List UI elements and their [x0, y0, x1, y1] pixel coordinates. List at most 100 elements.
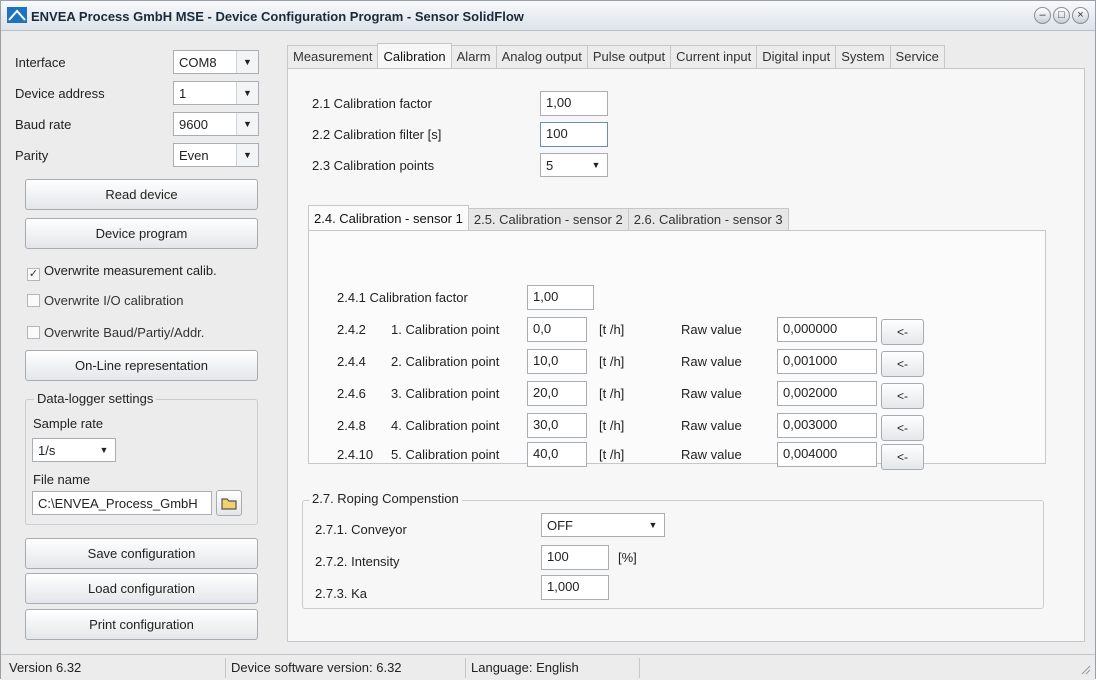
baud-row: Baud rate 9600 ▼ [15, 112, 261, 136]
point-name: 1. Calibration point [391, 322, 500, 337]
take-raw-button[interactable]: <- [881, 351, 924, 377]
device-program-button[interactable]: Device program [25, 218, 258, 249]
point-number: 2.4.4 [337, 354, 366, 369]
point-value-input[interactable]: 10,0 [527, 349, 587, 374]
checkbox-checked-icon: ✓ [27, 268, 40, 281]
take-raw-button[interactable]: <- [881, 319, 924, 345]
chevron-down-icon: ▼ [236, 51, 258, 73]
save-configuration-button[interactable]: Save configuration [25, 538, 258, 569]
chevron-down-icon: ▼ [93, 439, 115, 461]
title-bar: ENVEA Process GmbH MSE - Device Configur… [1, 1, 1095, 31]
point-name: 5. Calibration point [391, 447, 500, 462]
calibration-panel: 2.1 Calibration factor 1,00 2.2 Calibrat… [287, 68, 1085, 642]
overwrite-io-check[interactable]: Overwrite I/O calibration [27, 293, 183, 313]
point-name: 2. Calibration point [391, 354, 500, 369]
minimize-icon[interactable]: – [1034, 7, 1051, 24]
online-representation-button[interactable]: On-Line representation [25, 350, 258, 381]
file-name-input[interactable]: C:\ENVEA_Process_GmbH [32, 491, 212, 515]
data-logger-title: Data-logger settings [34, 391, 157, 406]
parity-label: Parity [15, 148, 49, 163]
app-window: ENVEA Process GmbH MSE - Device Configur… [0, 0, 1096, 680]
intensity-unit: [%] [618, 550, 637, 565]
raw-value-input[interactable]: 0,003000 [777, 413, 877, 438]
take-raw-button[interactable]: <- [881, 415, 924, 441]
raw-value-label: Raw value [681, 354, 742, 369]
sensor-factor-label: 2.4.1 Calibration factor [337, 290, 468, 305]
tab-analog-output[interactable]: Analog output [495, 45, 588, 69]
overwrite-baud-check[interactable]: Overwrite Baud/Partiy/Addr. [27, 325, 204, 345]
parity-select[interactable]: Even ▼ [173, 143, 259, 167]
point-unit: [t /h] [599, 354, 625, 369]
file-name-label: File name [33, 472, 91, 487]
window-title: ENVEA Process GmbH MSE - Device Configur… [31, 9, 524, 24]
point-value-input[interactable]: 30,0 [527, 413, 587, 438]
calibration-factor-input[interactable]: 1,00 [540, 91, 608, 116]
sample-rate-select[interactable]: 1/s ▼ [32, 438, 116, 462]
tab-digital-input[interactable]: Digital input [756, 45, 837, 69]
language-text: Language: English [471, 660, 579, 675]
close-icon[interactable]: × [1072, 7, 1089, 24]
roping-compensation-group: 2.7. Roping Compenstion 2.7.1. Conveyor … [302, 491, 1044, 609]
address-select[interactable]: 1 ▼ [173, 81, 259, 105]
maximize-icon[interactable]: □ [1053, 7, 1070, 24]
load-configuration-button[interactable]: Load configuration [25, 573, 258, 604]
ka-label: 2.7.3. Ka [315, 586, 368, 601]
point-unit: [t /h] [599, 447, 625, 462]
intensity-input[interactable]: 100 [541, 545, 609, 570]
tab-service[interactable]: Service [889, 45, 945, 69]
envea-logo-icon [7, 7, 27, 23]
point-value-input[interactable]: 0,0 [527, 317, 587, 342]
calibration-filter-input[interactable]: 100 [540, 122, 608, 147]
tab-sensor-2[interactable]: 2.5. Calibration - sensor 2 [467, 208, 629, 231]
interface-label: Interface [15, 55, 66, 70]
sample-rate-label: Sample rate [33, 416, 104, 431]
raw-value-input[interactable]: 0,001000 [777, 349, 877, 374]
raw-value-label: Raw value [681, 447, 742, 462]
point-number: 2.4.10 [337, 447, 374, 462]
chevron-down-icon: ▼ [236, 113, 258, 135]
status-bar: Version 6.32 Device software version: 6.… [1, 654, 1095, 680]
tab-system[interactable]: System [835, 45, 891, 69]
intensity-label: 2.7.2. Intensity [315, 554, 400, 569]
chevron-down-icon: ▼ [585, 154, 607, 176]
overwrite-meas-check[interactable]: ✓ Overwrite measurement calib. [27, 263, 217, 283]
calibration-points-select[interactable]: 5 ▼ [540, 153, 608, 177]
sensor-factor-input[interactable]: 1,00 [527, 285, 594, 310]
tab-sensor-3[interactable]: 2.6. Calibration - sensor 3 [627, 208, 789, 231]
take-raw-button[interactable]: <- [881, 444, 924, 470]
tab-current-input[interactable]: Current input [670, 45, 758, 69]
chevron-down-icon: ▼ [236, 144, 258, 166]
conveyor-select[interactable]: OFF ▼ [541, 513, 665, 537]
take-raw-button[interactable]: <- [881, 383, 924, 409]
interface-select[interactable]: COM8 ▼ [173, 50, 259, 74]
browse-folder-button[interactable] [216, 490, 242, 516]
device-software-text: Device software version: 6.32 [231, 660, 402, 675]
point-value-input[interactable]: 40,0 [527, 442, 587, 467]
point-number: 2.4.2 [337, 322, 366, 337]
print-configuration-button[interactable]: Print configuration [25, 609, 258, 640]
tab-pulse-output[interactable]: Pulse output [586, 45, 672, 69]
tab-sensor-1[interactable]: 2.4. Calibration - sensor 1 [308, 205, 469, 231]
raw-value-label: Raw value [681, 418, 742, 433]
checkbox-icon [27, 294, 40, 307]
point-unit: [t /h] [599, 418, 625, 433]
raw-value-input[interactable]: 0,000000 [777, 317, 877, 342]
parity-row: Parity Even ▼ [15, 143, 261, 167]
address-label: Device address [15, 86, 105, 101]
tab-calibration[interactable]: Calibration [377, 43, 452, 69]
tab-alarm[interactable]: Alarm [450, 45, 497, 69]
main-tabs: Measurement Calibration Alarm Analog out… [287, 43, 945, 69]
raw-value-input[interactable]: 0,002000 [777, 381, 877, 406]
roping-title: 2.7. Roping Compenstion [309, 491, 462, 506]
point-name: 3. Calibration point [391, 386, 500, 401]
status-divider [639, 658, 640, 678]
read-device-button[interactable]: Read device [25, 179, 258, 210]
address-row: Device address 1 ▼ [15, 81, 261, 105]
point-unit: [t /h] [599, 386, 625, 401]
point-value-input[interactable]: 20,0 [527, 381, 587, 406]
baud-select[interactable]: 9600 ▼ [173, 112, 259, 136]
tab-measurement[interactable]: Measurement [287, 45, 379, 69]
raw-value-input[interactable]: 0,004000 [777, 442, 877, 467]
resize-grip-icon[interactable] [1079, 663, 1091, 675]
ka-input[interactable]: 1,000 [541, 575, 609, 600]
